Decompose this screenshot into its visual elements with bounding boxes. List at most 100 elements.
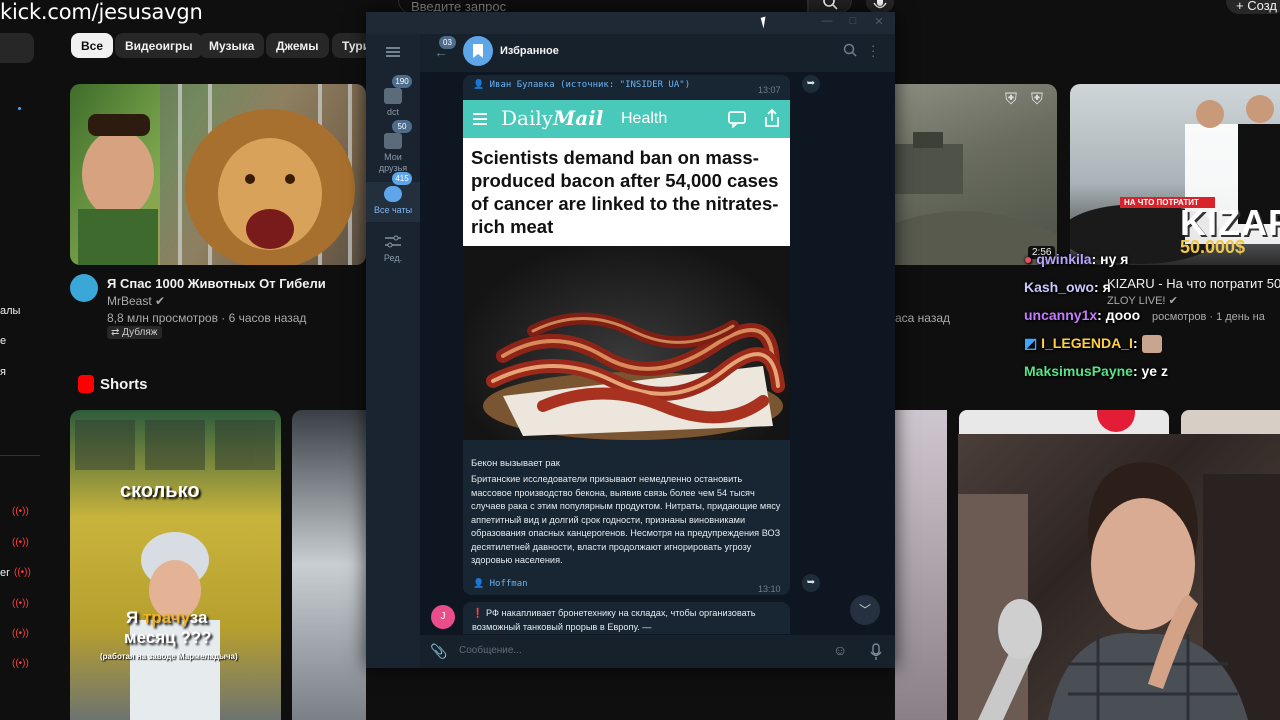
author-name: Hoffman [489, 579, 528, 589]
more-options-icon[interactable]: · · · [871, 39, 875, 62]
emote-icon [1141, 335, 1162, 354]
chat-username: I_LEGENDA_I [1041, 335, 1133, 351]
chat-title[interactable]: Избранное [500, 45, 559, 57]
folder-dct[interactable]: 190 dct [366, 75, 420, 125]
short-caption-part: Я [126, 608, 143, 627]
unread-badge: 190 [392, 75, 412, 88]
chat-message: ● qwinkila: ну я [1024, 251, 1128, 267]
tank-thumbnail-art: ⛨ ⛨ [893, 91, 1057, 265]
unread-badge: 50 [392, 120, 412, 133]
sidebar-divider [0, 455, 40, 456]
dubbed-badge: ⇄ Дубляж [107, 326, 162, 339]
chat-message: Kash_owo: я [1024, 279, 1111, 295]
video-thumbnail[interactable]: НА ЧТО ПОТРАТИТ KIZAR 50.000$ [1070, 84, 1280, 265]
message-author[interactable]: 👤 Hoffman [473, 579, 528, 589]
comment-icon [728, 111, 746, 128]
channel-name[interactable]: MrBeast ✔ [107, 294, 165, 308]
shorts-icon [78, 375, 94, 393]
message-body: ❗ РФ накапливает бронетехнику на складах… [472, 608, 756, 632]
article-section: Health [621, 110, 668, 127]
webcam-feed [958, 434, 1280, 720]
verified-icon: ✔ [155, 294, 166, 308]
short-thumbnail[interactable] [292, 410, 366, 720]
chat-text: : ye z [1132, 363, 1168, 379]
chip-jams[interactable]: Джемы [266, 33, 329, 58]
chip-music[interactable]: Музыка [199, 33, 265, 58]
chat-username: MaksimusPayne [1024, 363, 1133, 379]
live-icon: ((•)) [12, 628, 29, 639]
shorts-heading: Shorts [100, 376, 148, 393]
maximize-icon[interactable]: □ [845, 15, 861, 31]
short-caption-line2: месяц ??? [124, 628, 212, 647]
sender-avatar[interactable]: J [431, 605, 455, 629]
chat-text: : я [1094, 279, 1111, 295]
telegram-window: — □ ✕ 190 dct 50 Мои друзья 415 Все чаты… [366, 12, 895, 668]
youtube-create-button[interactable]: + Созд [1226, 0, 1280, 14]
dubbed-badge-label: Дубляж [122, 327, 158, 338]
microphone-icon[interactable] [869, 643, 883, 666]
hamburger-menu-icon[interactable] [385, 45, 401, 63]
short-thumbnail[interactable] [1181, 410, 1280, 434]
folder-all-chats[interactable]: 415 Все чаты [366, 172, 420, 222]
share-icon[interactable]: ➥ [802, 75, 820, 93]
channel-name[interactable]: ZLOY LIVE! ✔ [1107, 294, 1178, 307]
video-title[interactable]: KIZARU - На что потратит 50 0 [1107, 276, 1280, 291]
saved-messages-avatar[interactable] [463, 36, 493, 66]
notification-dot [18, 107, 21, 110]
short-thumbnail[interactable]: сколько Я трачуза месяц ??? (работая на … [70, 410, 281, 720]
search-icon[interactable] [843, 43, 857, 62]
message-body: Британские исследователи призывают немед… [471, 474, 781, 565]
video-title[interactable]: Я Спас 1000 Животных От Гибели [107, 276, 326, 291]
window-titlebar[interactable] [366, 12, 895, 34]
minimize-icon[interactable]: — [819, 15, 835, 31]
scroll-down-button[interactable]: ﹀ [850, 595, 880, 625]
sidebar-item-fragment[interactable]: er [0, 567, 10, 579]
short-thumbnail[interactable] [895, 410, 947, 720]
message-time: 13:10 [758, 584, 781, 594]
video-meta: 8,8 млн просмотров · 6 часов назад [107, 311, 307, 325]
folder-edit[interactable]: Ред. [366, 234, 420, 268]
sidebar-item-fragment[interactable]: е [0, 335, 6, 347]
back-unread-badge: 03 [439, 36, 456, 49]
forwarded-from[interactable]: 👤 Иван Булавка (источник: "INSIDER UA") [473, 80, 690, 90]
message-input[interactable]: Сообщение... [459, 645, 522, 656]
video-meta: аса назад [895, 311, 951, 325]
sidebar-item-fragment[interactable]: я [0, 366, 6, 378]
chat-message: MaksimusPayne: ye z [1024, 363, 1168, 379]
article-headline: Scientists demand ban on mass-produced b… [471, 147, 779, 237]
chip-videogames[interactable]: Видеоигры [115, 33, 203, 58]
folder-label: Ред. [383, 253, 403, 263]
short-caption-highlight: трачу [142, 608, 190, 627]
article-image[interactable]: DailyMail Health Scientists demand ban o… [463, 100, 790, 440]
sidebar-active-item[interactable] [0, 33, 34, 63]
chip-all[interactable]: Все [71, 33, 114, 58]
emoji-icon[interactable]: ☺ [833, 642, 847, 658]
chat-text: : [1132, 335, 1138, 351]
chat-badge-icon: ◩ [1024, 335, 1042, 351]
message-caption-title: Бекон вызывает рак [471, 458, 560, 469]
folder-icon [384, 133, 402, 149]
unread-badge: 415 [392, 172, 412, 185]
video-meta: росмотров · 1 день на [1152, 311, 1265, 323]
dub-icon: ⇄ [111, 327, 123, 338]
red-circle-shape [1097, 410, 1135, 432]
short-caption-sub: (работая на заводе Мармеладыча) [100, 652, 238, 661]
video-thumbnail[interactable] [70, 84, 366, 265]
folder-label: Мои друзья [378, 152, 408, 173]
channel-avatar[interactable] [70, 274, 98, 302]
stream-url-overlay: kick.com/jesusavgn [0, 0, 203, 24]
video-thumbnail[interactable]: ⛨ ⛨ [893, 84, 1057, 265]
sidebar-item-fragment[interactable]: алы [0, 305, 20, 317]
user-icon: 👤 [473, 579, 490, 589]
live-icon: ((•)) [12, 537, 29, 548]
chat-username: qwinkila [1036, 251, 1092, 267]
short-thumbnail-art [75, 420, 275, 720]
attach-icon[interactable]: 📎 [430, 643, 447, 660]
close-icon[interactable]: ✕ [871, 15, 887, 31]
share-icon[interactable]: ➥ [802, 574, 820, 592]
bookmark-icon [473, 44, 483, 58]
short-thumbnail[interactable] [959, 410, 1169, 434]
short-caption: Я трачуза [126, 608, 207, 628]
chat-username: uncanny1x [1024, 307, 1098, 323]
chat-username: Kash_owo [1024, 279, 1095, 295]
